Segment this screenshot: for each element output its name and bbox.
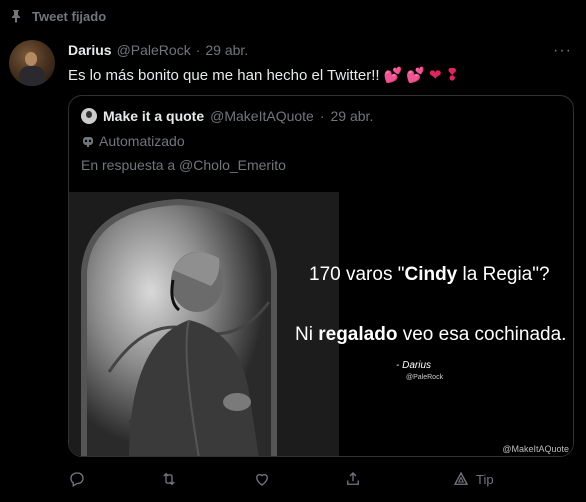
- image-credit: @MakeItAQuote: [502, 444, 569, 454]
- bot-icon: [81, 134, 95, 148]
- pinned-label: Tweet fijado: [32, 8, 107, 24]
- share-icon: [347, 472, 359, 485]
- more-horizontal-icon[interactable]: ···: [553, 42, 572, 60]
- tip-icon: [453, 471, 469, 485]
- quote-author-handle: @PaleRock: [406, 374, 444, 381]
- red-heart-emoji-icon: ❤: [428, 67, 442, 84]
- heart-icon: [256, 473, 268, 486]
- pin-icon: [10, 9, 22, 23]
- quoted-tweet-header: Make it a quote @MakeItAQuote · 29 abr.: [81, 108, 373, 124]
- reply-context: En respuesta a @Cholo_Emerito: [81, 157, 286, 173]
- quoted-avatar[interactable]: [81, 108, 97, 124]
- tip-label: Tip: [476, 471, 494, 487]
- automated-label: Automatizado: [81, 133, 185, 149]
- tweet-text-content: Es lo más bonito que me han hecho el Twi…: [68, 66, 380, 84]
- two-hearts-emoji-icon: 💕: [383, 67, 403, 84]
- quoted-author-name: Make it a quote: [103, 108, 205, 124]
- retweet-icon: [163, 472, 175, 486]
- author-handle[interactable]: @PaleRock: [117, 42, 191, 58]
- action-bar: Tip: [68, 468, 574, 490]
- post-date[interactable]: 29 abr.: [205, 42, 248, 58]
- like-button[interactable]: [253, 468, 271, 490]
- retweet-button[interactable]: [160, 468, 178, 490]
- two-hearts-emoji-icon: 💕: [406, 67, 425, 84]
- exclamation-emoji-icon: ❢: [445, 67, 459, 84]
- tweet-header: Darius @PaleRock · 29 abr.: [68, 42, 248, 58]
- tip-button[interactable]: Tip: [452, 468, 494, 490]
- pinned-indicator: Tweet fijado: [10, 8, 106, 24]
- share-button[interactable]: [344, 468, 362, 490]
- automated-text: Automatizado: [99, 133, 185, 149]
- quoted-author-handle: @MakeItAQuote: [210, 108, 314, 124]
- author-name[interactable]: Darius: [68, 42, 112, 58]
- quote-line-1: 170 varos "Cindy la Regia"?: [309, 264, 550, 285]
- reply-icon: [70, 472, 84, 487]
- quote-image[interactable]: 170 varos "Cindy la Regia"? Ni regalado …: [69, 192, 573, 456]
- avatar[interactable]: [9, 40, 55, 86]
- quoted-tweet-card[interactable]: Make it a quote @MakeItAQuote · 29 abr. …: [68, 95, 574, 457]
- reply-button[interactable]: [68, 468, 86, 490]
- separator-dot: ·: [195, 42, 201, 58]
- separator-dot: ·: [319, 108, 325, 124]
- quote-line-2: Ni regalado veo esa cochinada.: [295, 324, 567, 345]
- quote-author: - Darius: [396, 360, 432, 371]
- tweet-text: Es lo más bonito que me han hecho el Twi…: [68, 65, 459, 85]
- quoted-date: 29 abr.: [330, 108, 374, 124]
